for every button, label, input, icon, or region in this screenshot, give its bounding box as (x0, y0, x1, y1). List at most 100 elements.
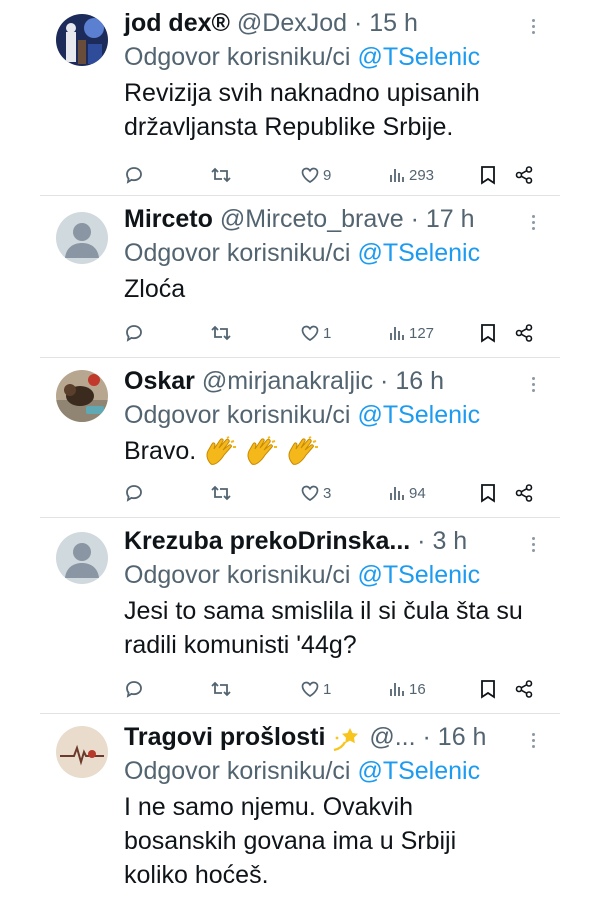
reply-button[interactable] (124, 162, 144, 188)
bookmark-button[interactable] (480, 676, 496, 702)
like-count: 3 (323, 484, 332, 502)
tweet-header: Krezuba prekoDrinska... · 3 h (124, 524, 550, 558)
bookmark-button[interactable] (480, 162, 496, 188)
display-name[interactable]: Mirceto (124, 205, 213, 233)
tweet-actions: 3 94 (124, 480, 544, 506)
like-button[interactable]: 9 (300, 162, 331, 188)
views-count: 293 (409, 166, 435, 184)
avatar[interactable] (56, 14, 108, 66)
separator: · (417, 527, 426, 555)
reply-prefix: Odgovor korisniku/ci (124, 757, 351, 785)
like-count: 1 (323, 324, 332, 342)
tweet-text: I ne samo njemu. Ovakvih bosanskih govan… (124, 793, 457, 889)
reply-button[interactable] (124, 676, 144, 702)
more-icon[interactable] (532, 374, 538, 395)
views-count: 94 (409, 484, 426, 502)
views-button[interactable]: 16 (388, 676, 426, 702)
timestamp[interactable]: 17 h (426, 205, 475, 233)
retweet-button[interactable] (210, 676, 232, 702)
tweet-mirceto[interactable]: Mirceto @Mirceto_brave · 17 h Odgovor ko… (40, 196, 560, 358)
share-icon (515, 680, 533, 698)
views-button[interactable]: 127 (388, 320, 434, 346)
share-icon (515, 166, 533, 184)
share-button[interactable] (514, 676, 534, 702)
timestamp[interactable]: 16 h (438, 723, 487, 751)
display-name[interactable]: Krezuba prekoDrinska... (124, 527, 410, 555)
separator: · (422, 723, 431, 751)
views-icon (390, 169, 404, 182)
tweet-header: Oskar @mirjanakraljic · 16 h (124, 364, 550, 398)
timestamp[interactable]: 3 h (432, 527, 467, 555)
like-count: 9 (323, 166, 332, 184)
avatar[interactable] (56, 532, 108, 584)
like-button[interactable]: 1 (300, 676, 331, 702)
user-handle[interactable]: @mirjanakraljic (202, 367, 373, 395)
avatar[interactable] (56, 212, 108, 264)
like-button[interactable]: 1 (300, 320, 331, 346)
reply-prefix: Odgovor korisniku/ci (124, 43, 351, 71)
retweet-icon (211, 167, 231, 183)
more-icon[interactable] (532, 16, 538, 37)
more-icon[interactable] (532, 534, 538, 555)
bookmark-icon (481, 166, 495, 185)
tweet-text: Zloća (124, 275, 186, 303)
share-button[interactable] (514, 320, 534, 346)
like-icon (301, 325, 319, 341)
timestamp[interactable]: 16 h (395, 367, 444, 395)
avatar[interactable] (56, 726, 108, 778)
more-icon[interactable] (532, 212, 538, 233)
reply-mention[interactable]: @TSelenic (357, 239, 480, 267)
reply-button[interactable] (124, 480, 144, 506)
reply-mention[interactable]: @TSelenic (357, 757, 480, 785)
reply-prefix: Odgovor korisniku/ci (124, 561, 351, 589)
bookmark-button[interactable] (480, 480, 496, 506)
like-count: 1 (323, 680, 332, 698)
share-icon (515, 484, 533, 502)
tweet-tragovi[interactable]: Tragovi prošlosti @... · 16 h Odgovor ko… (40, 714, 560, 900)
tweet-krezuba[interactable]: Krezuba prekoDrinska... · 3 h Odgovor ko… (40, 518, 560, 714)
retweet-icon (211, 681, 231, 697)
retweet-button[interactable] (210, 480, 232, 506)
views-button[interactable]: 293 (388, 162, 434, 188)
user-handle[interactable]: @Mirceto_brave (220, 205, 404, 233)
avatar[interactable] (56, 370, 108, 422)
reply-mention[interactable]: @TSelenic (357, 43, 480, 71)
reply-mention[interactable]: @TSelenic (357, 401, 480, 429)
retweet-button[interactable] (210, 320, 232, 346)
clapping-hands-icon (288, 436, 319, 466)
display-name[interactable]: Tragovi prošlosti (124, 723, 325, 751)
reply-button[interactable] (124, 320, 144, 346)
share-button[interactable] (514, 162, 534, 188)
reply-prefix: Odgovor korisniku/ci (124, 401, 351, 429)
dizzy-star-icon (334, 728, 359, 752)
tweet-header: jod dex® @DexJod · 15 h (124, 6, 550, 40)
tweet-actions: 9 293 (124, 162, 544, 188)
display-name[interactable]: jod dex® (124, 9, 230, 37)
clapping-hands-icon (206, 436, 237, 466)
bookmark-icon (481, 680, 495, 699)
tweet-dexjod[interactable]: jod dex® @DexJod · 15 h Odgovor korisnik… (40, 0, 560, 196)
share-button[interactable] (514, 480, 534, 506)
retweet-icon (211, 485, 231, 501)
bookmark-button[interactable] (480, 320, 496, 346)
retweet-icon (211, 325, 231, 341)
separator: · (410, 205, 419, 233)
like-icon (301, 681, 319, 697)
views-button[interactable]: 94 (388, 480, 426, 506)
timestamp[interactable]: 15 h (369, 9, 418, 37)
separator: · (354, 9, 363, 37)
tweet-oskar[interactable]: Oskar @mirjanakraljic · 16 h Odgovor kor… (40, 358, 560, 518)
tweet-header: Mirceto @Mirceto_brave · 17 h (124, 202, 550, 236)
views-count: 127 (409, 324, 435, 342)
reply-mention[interactable]: @TSelenic (357, 561, 480, 589)
retweet-button[interactable] (210, 162, 232, 188)
reply-icon (126, 325, 142, 342)
tweet-header: Tragovi prošlosti @... · 16 h (124, 720, 550, 754)
user-handle[interactable]: @DexJod (237, 9, 347, 37)
like-button[interactable]: 3 (300, 480, 331, 506)
display-name[interactable]: Oskar (124, 367, 195, 395)
user-handle[interactable]: @... (369, 723, 415, 751)
bookmark-icon (481, 484, 495, 503)
reply-icon (126, 167, 142, 184)
more-icon[interactable] (532, 730, 538, 751)
